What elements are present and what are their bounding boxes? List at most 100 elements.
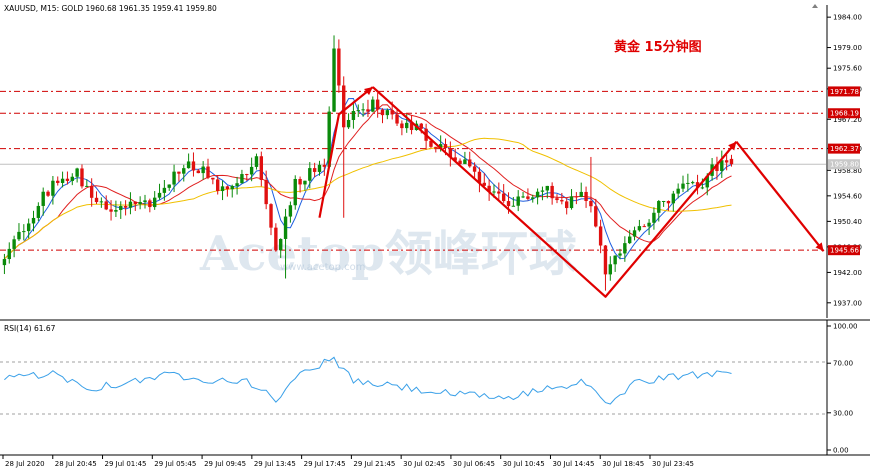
candle-body (443, 144, 448, 149)
candle-body (249, 166, 254, 175)
candle-body (293, 178, 297, 206)
watermark-brand: Acetop领峰环球 (199, 226, 578, 282)
candle-body (560, 200, 564, 202)
candle-body (550, 185, 554, 199)
candle-body (511, 205, 516, 207)
candle-body (657, 201, 661, 213)
candle-body (283, 216, 288, 239)
candle-body (579, 191, 583, 197)
candle-body (148, 200, 152, 208)
candle-body (337, 48, 341, 86)
candle-body (220, 186, 225, 192)
candle-body (342, 85, 346, 128)
candle-body (191, 161, 196, 171)
candle-body (123, 206, 128, 208)
candle-body (172, 171, 176, 185)
candle-body (637, 226, 642, 231)
candle-body (671, 193, 676, 204)
x-tick-label: 29 Jul 21:45 (353, 460, 395, 468)
candle-body (497, 191, 501, 194)
candle-body (245, 174, 249, 176)
candle-body (240, 174, 244, 184)
candle-body (322, 164, 327, 167)
candle-body (46, 191, 50, 196)
candle-body (303, 180, 307, 185)
x-tick-label: 30 Jul 14:45 (552, 460, 594, 468)
candle-body (419, 123, 423, 129)
candle-body (211, 177, 215, 180)
candle-body (661, 200, 666, 202)
candle-body (540, 190, 545, 192)
candle-body (89, 185, 94, 198)
candle-body (206, 166, 210, 178)
x-tick-label: 28 Jul 20:45 (55, 460, 97, 468)
candle-body (332, 48, 336, 112)
candle-body (351, 111, 356, 120)
candle-body (400, 123, 404, 129)
candle-body (317, 164, 322, 172)
level-tag-label: 1945.66 (830, 247, 859, 255)
candle-body (434, 146, 438, 148)
candle-body (589, 200, 593, 207)
candle-body (545, 185, 549, 191)
candle-body (298, 178, 302, 185)
candle-body (584, 191, 588, 201)
level-tag-label: 1968.19 (830, 110, 859, 118)
rsi-tick-label: 0.00 (833, 447, 849, 455)
candle-body (521, 196, 525, 198)
rsi-label: RSI(14) 61.67 (4, 324, 56, 333)
candle-body (177, 171, 181, 174)
candle-body (182, 168, 186, 174)
candle-body (501, 193, 506, 202)
candle-body (463, 159, 467, 164)
candle-body (647, 222, 651, 227)
candle-body (603, 245, 608, 275)
candle-body (196, 170, 201, 174)
candle-body (60, 178, 65, 183)
candle-body (346, 119, 351, 128)
y-tick-label: 1950.40 (833, 218, 862, 226)
candle-body (666, 200, 671, 204)
candle-body (94, 197, 99, 203)
candle-body (390, 110, 394, 115)
candle-body (22, 231, 26, 233)
candle-body (729, 158, 734, 165)
candle-body (114, 210, 118, 212)
candle-body (128, 201, 133, 208)
candle-body (569, 196, 574, 209)
current-price-label: 1959.80 (830, 161, 859, 169)
candle-body (138, 201, 142, 204)
candle-body (167, 184, 171, 188)
level-tag-label: 1971.78 (830, 88, 859, 96)
chart-root: Acetop领峰环球 www.acetop.com 1984.00 1979.00… (0, 0, 870, 471)
candle-body (472, 166, 477, 172)
candle-body (259, 156, 264, 180)
candle-body (288, 205, 293, 217)
y-tick-label: 1984.00 (833, 14, 862, 22)
candle-body (157, 192, 162, 198)
x-tick-label: 30 Jul 10:45 (503, 460, 545, 468)
candle-body (361, 109, 365, 111)
candle-body (12, 239, 16, 249)
candle-body (632, 230, 637, 237)
x-tick-label: 30 Jul 06:45 (453, 460, 495, 468)
candle-body (104, 201, 108, 210)
candle-body (17, 231, 21, 240)
candle-body (535, 191, 540, 198)
x-tick-label: 30 Jul 18:45 (602, 460, 644, 468)
candle-body (26, 223, 31, 232)
candle-body (356, 110, 360, 112)
candle-body (312, 168, 317, 172)
candle-body (56, 180, 60, 183)
candle-body (405, 122, 409, 129)
candle-body (70, 176, 74, 181)
y-tick-label: 1975.60 (833, 65, 862, 73)
candle-body (215, 179, 220, 192)
candle-body (143, 200, 147, 202)
candle-body (506, 201, 511, 207)
candle-body (99, 201, 104, 203)
candle-body (676, 188, 680, 194)
candle-body (75, 168, 79, 177)
x-tick-label: 28 Jul 2020 (5, 460, 45, 468)
candle-body (395, 114, 399, 124)
